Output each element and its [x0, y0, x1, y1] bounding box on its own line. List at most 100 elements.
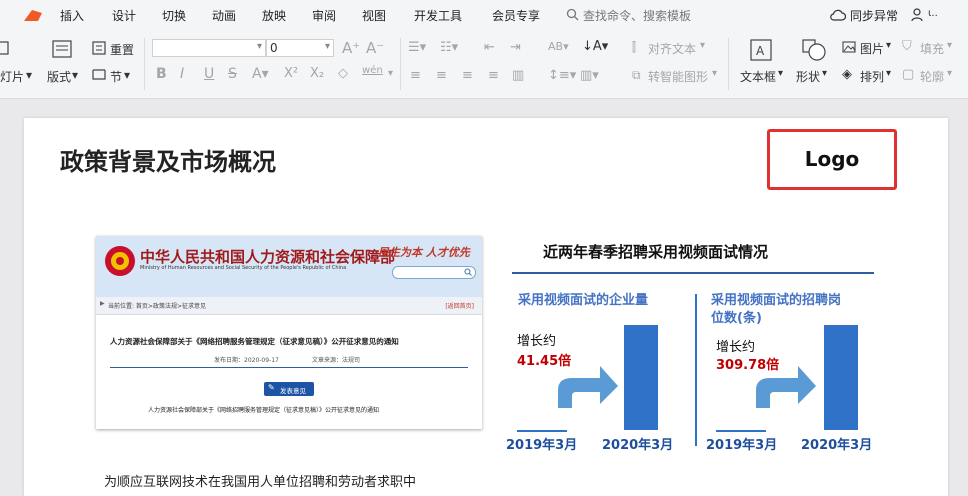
tab-slideshow[interactable]: 放映 — [262, 7, 286, 24]
underline-icon[interactable]: U — [204, 66, 214, 82]
strikethrough-icon[interactable]: S — [228, 66, 237, 82]
outline-dropdown-icon[interactable]: ▾ — [947, 68, 952, 79]
left-year-2019[interactable]: 2019年3月 — [506, 434, 577, 453]
font-size-combo[interactable]: 0 ▾ — [266, 39, 334, 57]
right-heading-line1[interactable]: 采用视频面试的招聘岗 — [711, 289, 841, 308]
smart-shape-dropdown-icon[interactable]: ▾ — [712, 68, 717, 79]
slide-title[interactable]: 政策背景及市场概况 — [60, 142, 276, 177]
line-spacing-icon[interactable]: ↕≡▾ — [548, 68, 576, 83]
left-heading[interactable]: 采用视频面试的企业量 — [518, 289, 648, 308]
arrange-dropdown-icon[interactable]: ▾ — [886, 68, 891, 79]
increase-indent-icon[interactable]: ⇥ — [510, 40, 521, 55]
section-dropdown-icon[interactable]: ▾ — [124, 68, 130, 82]
website-search-icon — [464, 268, 472, 276]
left-growth-label[interactable]: 增长约 — [517, 330, 556, 349]
textbox-icon[interactable]: A — [750, 39, 772, 61]
sync-status[interactable]: 同步异常 — [850, 7, 898, 24]
fill-button[interactable]: 填充 — [920, 40, 944, 57]
app-logo-icon[interactable] — [22, 7, 44, 23]
layout-icon[interactable] — [52, 40, 72, 58]
font-color-icon[interactable]: A▾ — [252, 66, 269, 82]
numbered-list-icon[interactable]: ☷▾ — [440, 40, 458, 55]
new-slide-icon[interactable] — [0, 40, 10, 56]
align-text-icon[interactable]: ⫿ — [632, 40, 636, 55]
grow-font-icon[interactable]: A⁺ — [342, 39, 360, 57]
logo-placeholder[interactable]: Logo — [767, 129, 897, 190]
infographic-title[interactable]: 近两年春季招聘采用视频面试情况 — [543, 241, 768, 262]
ribbon-separator — [728, 38, 729, 90]
picture-icon[interactable] — [842, 41, 856, 53]
right-year-2019[interactable]: 2019年3月 — [706, 434, 777, 453]
subscript-icon[interactable]: X₂ — [310, 66, 324, 81]
arrange-icon[interactable]: ◈ — [842, 67, 852, 82]
bold-icon[interactable]: B — [156, 66, 167, 82]
tab-developer[interactable]: 开发工具 — [414, 7, 462, 24]
section-button[interactable]: 节 — [110, 68, 122, 85]
text-direction-icon[interactable]: AB▾ — [548, 40, 569, 53]
right-heading-line2[interactable]: 位数(条) — [711, 307, 762, 326]
phonetic-button[interactable]: wén — [362, 65, 383, 76]
slide-body-text[interactable]: 为顺应互联网技术在我国用人单位招聘和劳动者求职中 — [104, 471, 416, 490]
outline-button[interactable]: 轮廓 — [920, 68, 944, 85]
picture-button[interactable]: 图片 — [860, 40, 884, 57]
align-text-dropdown-icon[interactable]: ▾ — [700, 40, 705, 51]
align-left-icon[interactable]: ≡ — [410, 68, 421, 83]
italic-icon[interactable]: I — [180, 66, 184, 82]
shrink-font-icon[interactable]: A⁻ — [366, 39, 384, 57]
reset-icon[interactable] — [92, 41, 106, 55]
right-year-2020[interactable]: 2020年3月 — [801, 434, 872, 453]
bullet-list-icon[interactable]: ☰▾ — [408, 40, 426, 55]
layout-dropdown-icon[interactable]: ▾ — [72, 68, 78, 82]
distribute-icon[interactable]: ▥ — [512, 68, 524, 83]
picture-dropdown-icon[interactable]: ▾ — [886, 40, 891, 51]
slide-canvas[interactable]: 政策背景及市场概况 Logo 中华人民共和国人力资源和社会保障部 Ministr… — [24, 118, 948, 496]
smart-shape-icon[interactable]: ⧉ — [632, 68, 641, 83]
smart-shape-button[interactable]: 转智能图形 — [648, 68, 708, 85]
right-growth-label[interactable]: 增长约 — [716, 336, 755, 355]
layout-button[interactable]: 版式 — [47, 68, 71, 85]
tab-view[interactable]: 视图 — [362, 7, 386, 24]
share-user-icon[interactable] — [911, 8, 925, 22]
website-breadcrumb-bar: ▶ 当前位置: 首页>政策法规>征求意见 [返回首页] — [96, 297, 482, 315]
align-right-icon[interactable]: ≡ — [462, 68, 473, 83]
tab-transition[interactable]: 切换 — [162, 7, 186, 24]
tab-insert[interactable]: 插入 — [60, 7, 84, 24]
align-text-button[interactable]: 对齐文本 — [648, 40, 696, 57]
left-growth-arrow-icon — [558, 366, 618, 408]
tab-design[interactable]: 设计 — [112, 7, 136, 24]
superscript-icon[interactable]: X² — [284, 66, 298, 81]
cloud-sync-icon[interactable] — [830, 9, 846, 21]
textbox-button[interactable]: 文本框 — [740, 68, 776, 85]
outline-icon[interactable]: ▢ — [902, 67, 914, 82]
columns-icon[interactable]: ▥▾ — [580, 68, 599, 83]
ribbon-separator — [400, 38, 401, 90]
new-slide-dropdown-icon[interactable]: ▾ — [26, 68, 32, 82]
sort-icon[interactable]: ↓A▾ — [582, 39, 608, 54]
font-size-dropdown-icon[interactable]: ▾ — [325, 41, 330, 52]
feedback-button: ✎ 发表意见 — [264, 382, 314, 396]
tab-member[interactable]: 会员专享 — [492, 7, 540, 24]
font-name-dropdown-icon[interactable]: ▾ — [257, 41, 262, 52]
section-icon[interactable] — [92, 67, 106, 81]
shape-icon[interactable] — [802, 39, 826, 61]
article-publish-date: 发布日期：2020-09-17 — [214, 357, 279, 364]
user-label[interactable]: ι.. — [928, 8, 938, 19]
reset-button[interactable]: 重置 — [110, 41, 134, 58]
new-slide-button[interactable]: 灯片 — [0, 68, 24, 85]
tab-review[interactable]: 审阅 — [312, 7, 336, 24]
decrease-indent-icon[interactable]: ⇤ — [484, 40, 495, 55]
tab-animation[interactable]: 动画 — [212, 7, 236, 24]
embedded-website-screenshot[interactable]: 中华人民共和国人力资源和社会保障部 Ministry of Human Reso… — [96, 236, 482, 429]
shape-button[interactable]: 形状 — [796, 68, 820, 85]
textbox-dropdown-icon[interactable]: ▾ — [778, 68, 783, 79]
font-name-combo[interactable]: ▾ — [152, 39, 266, 57]
align-center-icon[interactable]: ≡ — [436, 68, 447, 83]
shape-dropdown-icon[interactable]: ▾ — [822, 68, 827, 79]
phonetic-dropdown-icon[interactable]: ▾ — [388, 68, 393, 79]
clear-format-icon[interactable]: ◇ — [338, 66, 348, 81]
justify-icon[interactable]: ≡ — [488, 68, 499, 83]
fill-icon[interactable]: ⛉ — [902, 39, 912, 54]
left-year-2020[interactable]: 2020年3月 — [602, 434, 673, 453]
fill-dropdown-icon[interactable]: ▾ — [947, 40, 952, 51]
arrange-button[interactable]: 排列 — [860, 68, 884, 85]
